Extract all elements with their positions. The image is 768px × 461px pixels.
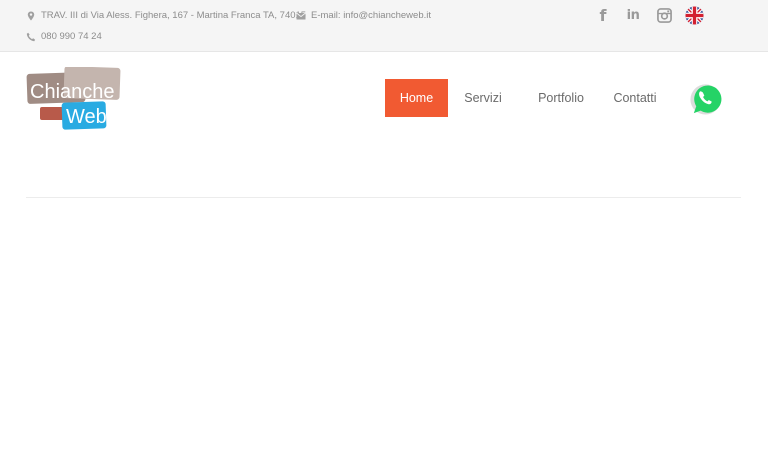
phone-icon: [26, 32, 36, 41]
uk-flag-icon[interactable]: [685, 6, 704, 25]
logo-text-chianche: Chianche: [30, 81, 115, 103]
nav-item-home[interactable]: Home: [385, 79, 448, 117]
logo-text-web: Web: [66, 106, 107, 128]
address-text: TRAV. III di Via Aless. Fighera, 167 - M…: [41, 10, 307, 21]
email-text[interactable]: E-mail: info@chiancheweb.it: [311, 10, 431, 21]
nav-item-contatti[interactable]: Contatti: [604, 79, 666, 117]
site-logo[interactable]: Chianche Web: [26, 66, 121, 130]
main-nav: Home Servizi Portfolio Contatti: [385, 79, 666, 117]
site-header: Chianche Web Home Servizi Portfolio Cont…: [0, 53, 768, 198]
instagram-icon[interactable]: [655, 6, 673, 24]
map-marker-icon: [27, 11, 35, 20]
phone-text[interactable]: 080 990 74 24: [41, 31, 102, 42]
linkedin-icon[interactable]: in: [624, 6, 642, 24]
header-divider: [26, 197, 741, 198]
whatsapp-icon[interactable]: [688, 81, 723, 116]
envelope-icon: [296, 12, 306, 19]
email-info[interactable]: E-mail: info@chiancheweb.it: [296, 10, 431, 21]
top-info-bar: TRAV. III di Via Aless. Fighera, 167 - M…: [0, 0, 768, 52]
address-info: TRAV. III di Via Aless. Fighera, 167 - M…: [26, 10, 306, 21]
nav-item-servizi[interactable]: Servizi: [448, 79, 518, 117]
nav-item-portfolio[interactable]: Portfolio: [518, 79, 604, 117]
facebook-icon[interactable]: f: [594, 6, 612, 25]
phone-info[interactable]: 080 990 74 24: [26, 31, 102, 42]
